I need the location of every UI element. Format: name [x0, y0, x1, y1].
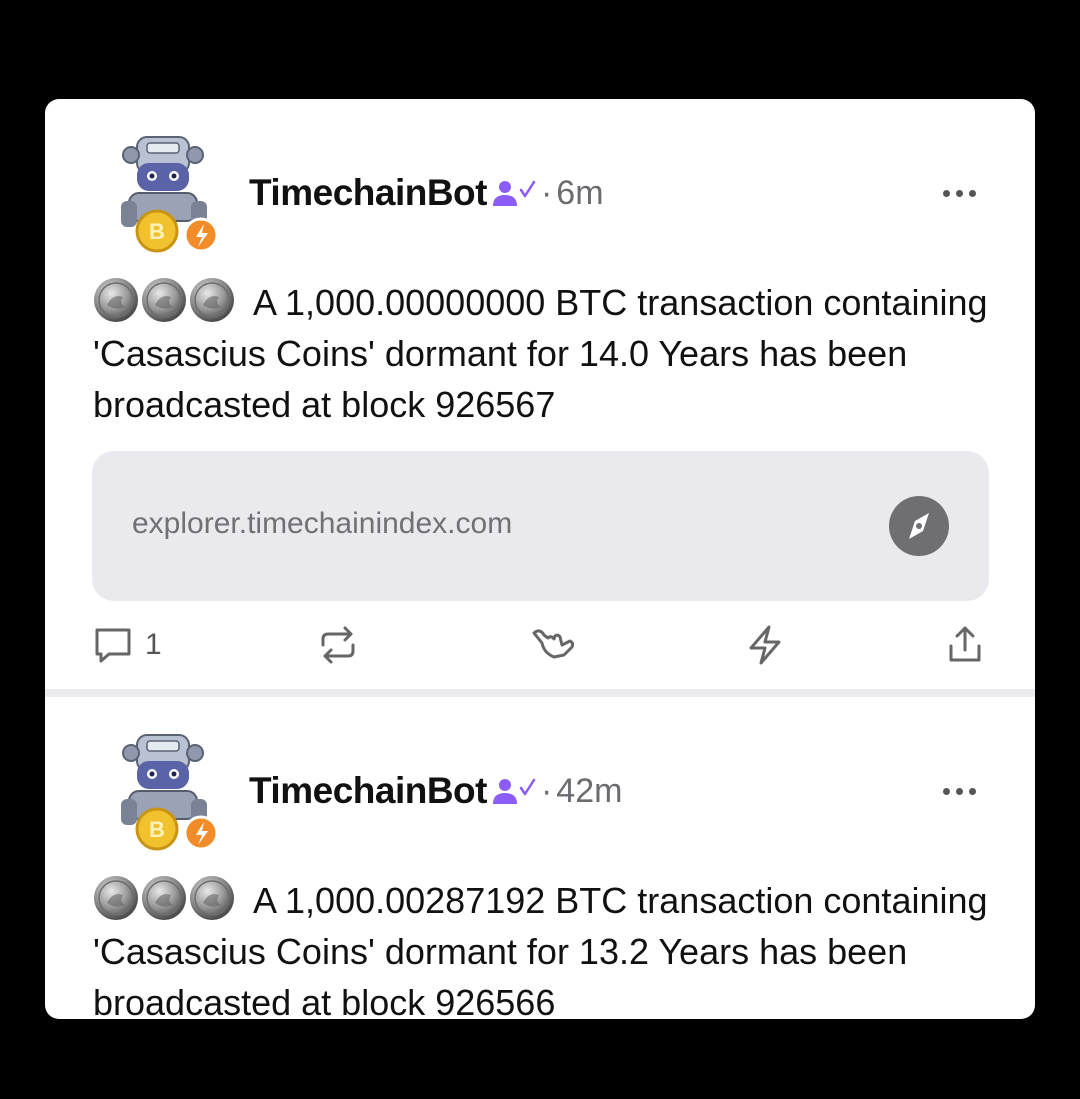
post-divider — [45, 689, 1035, 697]
user-verified-icon — [491, 776, 537, 806]
action-bar: 1 — [93, 621, 993, 669]
more-horizontal-icon[interactable] — [943, 183, 987, 203]
post-header: TimechainBot · 6m — [249, 169, 604, 217]
coin-icon — [189, 277, 235, 323]
post-item[interactable]: TimechainBot · 6m A 1,000.00000000 BTC t… — [45, 99, 1035, 689]
avatar[interactable] — [107, 131, 227, 255]
coin-icon — [141, 277, 187, 323]
post-text-block: A 1,000.00000000 BTC transaction contain… — [93, 277, 993, 430]
coin-emojis — [93, 875, 235, 921]
repost-icon — [321, 626, 355, 664]
shaka-hand-icon — [532, 629, 575, 659]
coin-icon — [93, 875, 139, 921]
link-preview[interactable]: explorer.timechainindex.com — [92, 451, 989, 601]
post-time: 6m — [556, 173, 604, 212]
comment-icon — [95, 628, 131, 663]
compass-icon — [889, 496, 949, 556]
coin-emojis — [93, 277, 235, 323]
user-verified-icon — [491, 178, 537, 208]
zap-button[interactable] — [745, 621, 785, 669]
coin-icon — [93, 277, 139, 323]
repost-button[interactable] — [317, 621, 359, 669]
post-time: 42m — [556, 771, 623, 810]
coin-icon — [141, 875, 187, 921]
share-icon — [949, 626, 981, 662]
more-horizontal-icon[interactable] — [943, 781, 987, 801]
reply-count: 1 — [145, 628, 162, 661]
avatar[interactable] — [107, 729, 227, 853]
post-item[interactable]: TimechainBot · 42m A 1,000.00287192 BTC … — [45, 697, 1035, 1019]
feed-card: TimechainBot · 6m A 1,000.00000000 BTC t… — [45, 99, 1035, 1019]
zap-icon — [749, 625, 781, 665]
share-button[interactable] — [945, 621, 985, 669]
link-url[interactable]: explorer.timechainindex.com — [132, 507, 512, 541]
separator-dot: · — [540, 771, 553, 810]
post-header: TimechainBot · 42m — [249, 767, 622, 815]
author-name[interactable]: TimechainBot — [249, 770, 487, 812]
post-text-block: A 1,000.00287192 BTC transaction contain… — [93, 875, 993, 1019]
coin-icon — [189, 875, 235, 921]
separator-dot: · — [540, 173, 553, 212]
author-name[interactable]: TimechainBot — [249, 172, 487, 214]
reply-button[interactable]: 1 — [93, 621, 162, 669]
react-button[interactable] — [530, 621, 576, 669]
